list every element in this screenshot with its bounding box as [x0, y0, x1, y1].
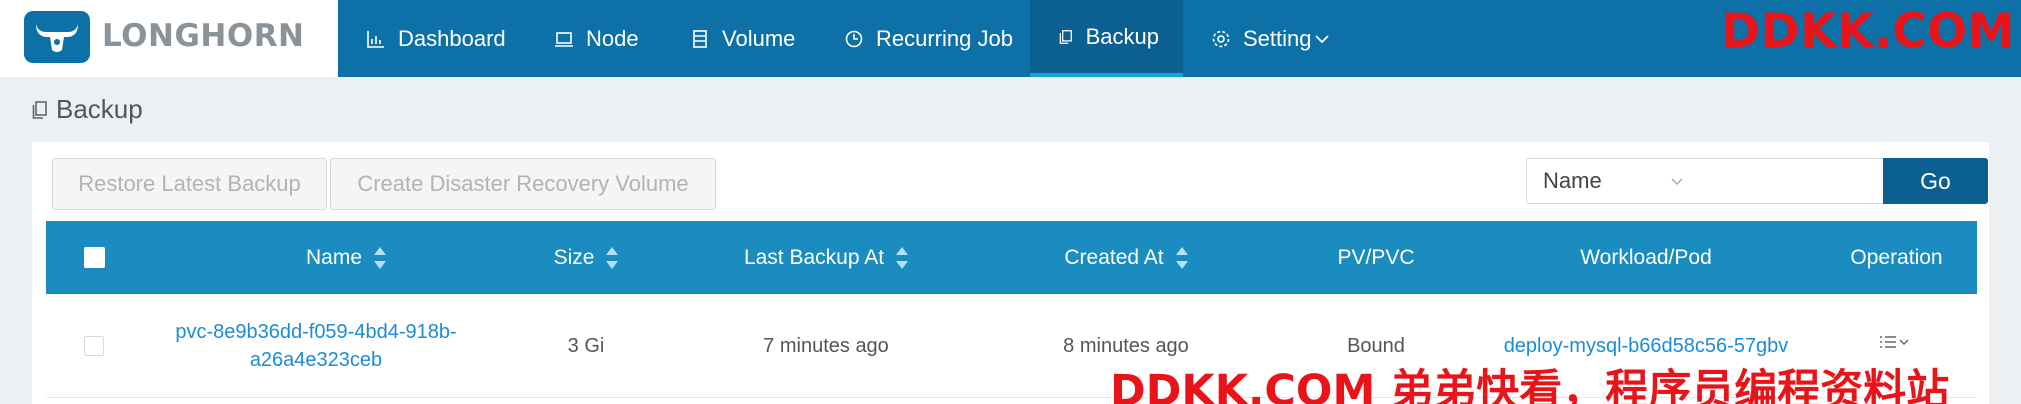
chevron-down-icon [1671, 178, 1683, 186]
nav-recurring-job[interactable]: Recurring Job [816, 0, 1037, 77]
chevron-down-icon [1314, 34, 1329, 43]
column-created-at-label: Created At [1064, 245, 1164, 269]
nav-volume-label: Volume [722, 25, 796, 51]
clock-icon [845, 30, 863, 47]
column-created-at[interactable]: Created At [976, 221, 1276, 294]
page-title-text: Backup [56, 94, 143, 124]
nav-dashboard-label: Dashboard [398, 25, 506, 51]
sort-icon[interactable] [1175, 246, 1188, 269]
row-checkbox[interactable] [84, 336, 104, 356]
copy-icon [32, 100, 47, 119]
size-cell: 3 Gi [567, 335, 605, 357]
nav-node[interactable]: Node [526, 0, 663, 77]
column-last-backup-at[interactable]: Last Backup At [676, 221, 976, 294]
laptop-icon [555, 31, 573, 47]
nav-setting[interactable]: Setting [1183, 0, 1354, 77]
filter-select[interactable]: Name [1526, 158, 1697, 204]
sort-icon[interactable] [896, 246, 909, 269]
column-operation: Operation [1816, 221, 1977, 294]
page-title: Backup [32, 94, 143, 125]
bar-chart-icon [367, 30, 384, 48]
column-size-label: Size [553, 245, 595, 269]
restore-latest-backup-button[interactable]: Restore Latest Backup [52, 158, 327, 210]
column-workload-label: Workload/Pod [1580, 245, 1712, 269]
database-icon [693, 29, 707, 48]
go-button[interactable]: Go [1883, 158, 1988, 204]
nav-volume[interactable]: Volume [662, 0, 819, 77]
column-pv-pvc-label: PV/PVC [1337, 245, 1415, 269]
top-nav: LONGHORN Dashboard Node Volume Recurring… [0, 0, 2021, 77]
logo-text: LONGHORN [102, 18, 305, 54]
column-last-backup-label: Last Backup At [743, 245, 885, 269]
select-all-checkbox[interactable] [84, 247, 105, 268]
nav-setting-label: Setting [1243, 25, 1312, 51]
column-name[interactable]: Name [196, 221, 496, 294]
column-workload-pod: Workload/Pod [1476, 221, 1816, 294]
create-dr-volume-button[interactable]: Create Disaster Recovery Volume [330, 158, 716, 210]
sort-icon[interactable] [374, 246, 387, 269]
watermark-top: DDKK.COM [1721, 4, 2015, 59]
filter-select-value: Name [1543, 168, 1602, 193]
volume-name-link[interactable]: pvc-8e9b36dd-f059-4bd4-918b-a26a4e323ceb [166, 294, 466, 398]
operation-menu[interactable] [1879, 334, 1911, 350]
column-size[interactable]: Size [496, 221, 676, 294]
sort-icon[interactable] [606, 246, 619, 269]
copy-icon [1059, 29, 1072, 44]
logo[interactable]: LONGHORN [0, 0, 338, 77]
watermark-bottom: DDKK.COM 弟弟快看，程序员编程资料站 [1110, 366, 1950, 404]
longhorn-logo-icon [24, 11, 90, 63]
nav-recurring-job-label: Recurring Job [876, 25, 1013, 51]
last-backup-cell: 7 minutes ago [763, 335, 889, 357]
table-header: Name Size Last Backup At Created At PV/P… [46, 221, 1977, 294]
nav-dashboard[interactable]: Dashboard [338, 0, 530, 77]
chevron-down-icon [1899, 339, 1909, 346]
list-icon [1880, 336, 1896, 348]
nav-backup-label: Backup [1085, 23, 1159, 49]
column-name-label: Name [305, 245, 363, 269]
gear-icon [1212, 30, 1230, 47]
column-operation-label: Operation [1850, 245, 1943, 269]
nav-node-label: Node [586, 25, 639, 51]
search-input[interactable] [1696, 158, 1884, 204]
nav-backup[interactable]: Backup [1030, 0, 1183, 77]
column-pv-pvc: PV/PVC [1276, 221, 1476, 294]
